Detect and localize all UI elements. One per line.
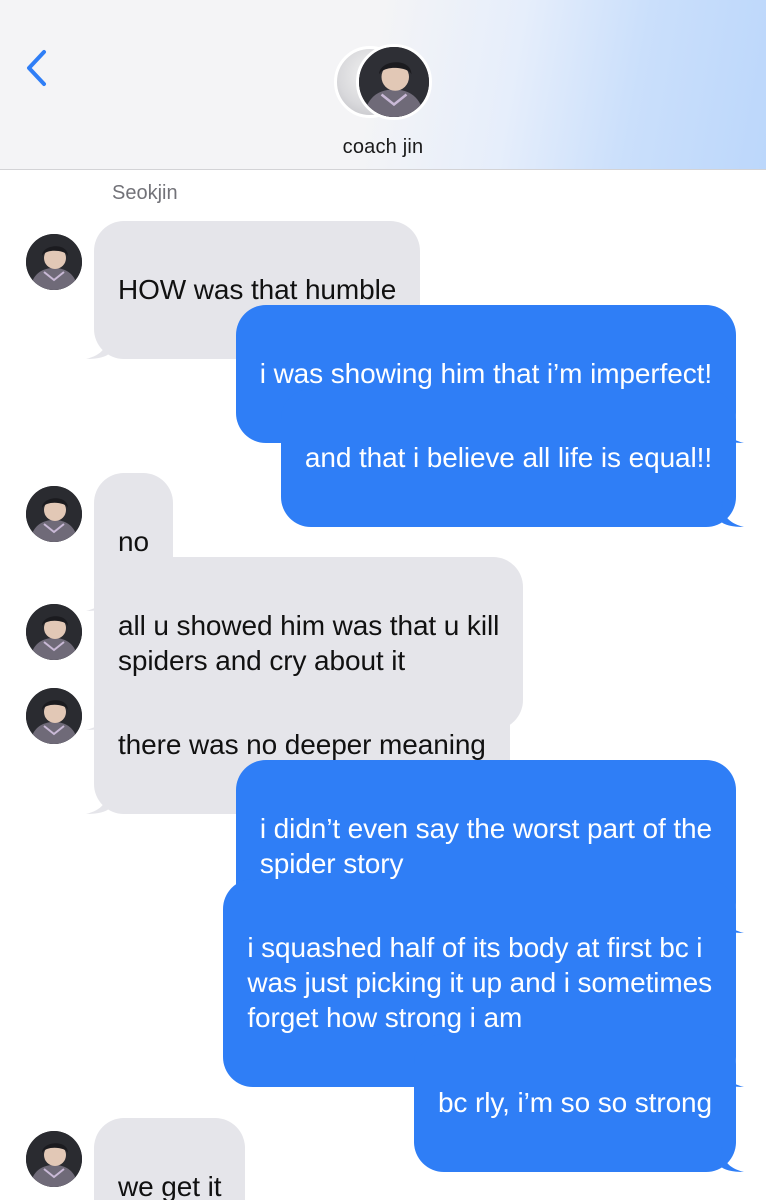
sender-avatar[interactable] <box>26 604 82 660</box>
message-text: bc rly, i’m so so strong <box>437 1087 712 1118</box>
message-text: there was no deeper meaning <box>118 729 486 760</box>
sender-avatar[interactable] <box>26 1131 82 1187</box>
message-bubble-outgoing[interactable]: and that i believe all life is equal!! <box>280 389 744 527</box>
bubble-tail <box>720 1146 744 1172</box>
message-text: i didn’t even say the worst part of the … <box>259 813 712 879</box>
message-text: and that i believe all life is equal!! <box>304 442 712 473</box>
back-button[interactable] <box>22 46 58 92</box>
sender-avatar[interactable] <box>26 234 82 290</box>
bubble-tail <box>720 501 744 527</box>
message-text: all u showed him was that u kill spiders… <box>118 610 500 676</box>
contact-name[interactable]: coach jin <box>0 136 766 159</box>
sender-name-label: Seokjin <box>112 182 178 204</box>
message-text: HOW was that humble <box>118 274 397 305</box>
bubble-tail <box>86 788 110 814</box>
sender-avatar[interactable] <box>26 486 82 542</box>
contact-avatar-photo <box>356 44 432 120</box>
contact-avatar[interactable] <box>334 44 434 124</box>
chevron-left-icon <box>27 50 46 86</box>
sender-avatar[interactable] <box>26 688 82 744</box>
message-text: no <box>118 526 149 557</box>
message-text: we get it <box>118 1171 222 1200</box>
message-text: i was showing him that i’m imperfect! <box>259 358 712 389</box>
message-bubble-incoming[interactable]: we get it <box>94 1118 246 1200</box>
message-text: i squashed half of its body at first bc … <box>247 932 712 1033</box>
bubble-tail <box>86 333 110 359</box>
chat-header: coach jin <box>0 0 766 170</box>
message-bubble-outgoing[interactable]: bc rly, i’m so so strong <box>413 1034 744 1172</box>
